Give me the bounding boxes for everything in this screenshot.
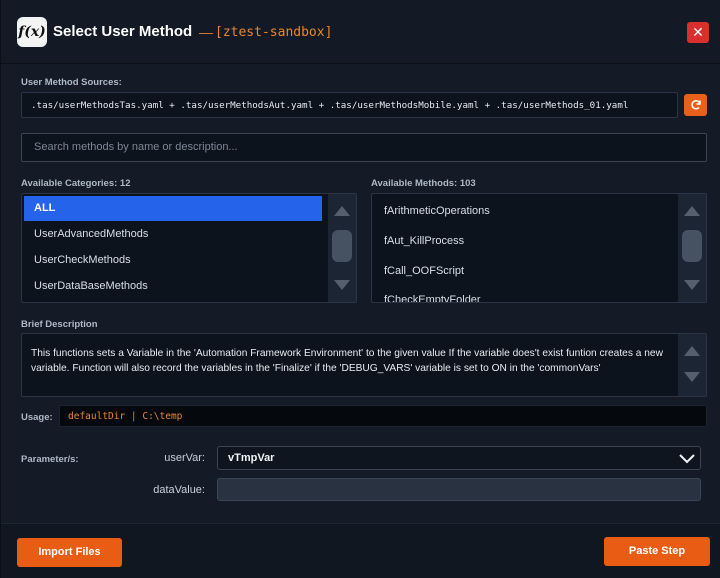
categories-label: Available Categories: 12 bbox=[21, 178, 131, 189]
usage-value: defaultDir | C:\temp bbox=[68, 411, 183, 422]
category-item[interactable]: UserDataBaseMethods bbox=[34, 280, 148, 292]
data-value-label: dataValue: bbox=[153, 484, 205, 496]
close-button[interactable]: ✕ bbox=[687, 22, 709, 43]
sources-value: .tas/userMethodsTas.yaml + .tas/userMeth… bbox=[31, 100, 629, 111]
refresh-icon bbox=[690, 100, 701, 110]
method-item[interactable]: fCheckEmptyFolder bbox=[384, 294, 481, 302]
paste-step-button[interactable]: Paste Step bbox=[604, 537, 710, 566]
scroll-thumb[interactable] bbox=[332, 230, 352, 262]
dialog-footer: Import Files Paste Step bbox=[1, 523, 720, 578]
user-var-select[interactable]: vTmpVar bbox=[217, 446, 701, 470]
scroll-up-icon[interactable] bbox=[334, 206, 350, 216]
search-placeholder: Search methods by name or description... bbox=[34, 141, 238, 153]
methods-label: Available Methods: 103 bbox=[371, 178, 476, 189]
import-files-button[interactable]: Import Files bbox=[17, 538, 122, 567]
sources-label: User Method Sources: bbox=[21, 77, 122, 88]
title-separator: — bbox=[199, 24, 213, 40]
select-user-method-dialog: f(x) Select User Method — [ztest-sandbox… bbox=[0, 0, 720, 578]
data-value-input[interactable] bbox=[217, 478, 701, 501]
user-var-label: userVar: bbox=[164, 452, 205, 464]
methods-list[interactable]: fArithmeticOperations fAut_KillProcess f… bbox=[371, 193, 707, 303]
scroll-up-icon[interactable] bbox=[684, 346, 700, 356]
scroll-down-icon[interactable] bbox=[334, 280, 350, 290]
methods-scrollbar[interactable] bbox=[678, 194, 706, 302]
usage-label: Usage: bbox=[21, 412, 53, 423]
chevron-down-icon[interactable] bbox=[678, 450, 696, 466]
environment-name: [ztest-sandbox] bbox=[215, 25, 333, 40]
dialog-title: Select User Method bbox=[53, 23, 193, 40]
description-scrollbar[interactable] bbox=[678, 334, 706, 396]
title-bar: f(x) Select User Method — [ztest-sandbox… bbox=[1, 0, 720, 64]
close-icon: ✕ bbox=[692, 24, 704, 40]
category-item-all[interactable]: ALL bbox=[24, 196, 322, 221]
category-item[interactable]: UserCheckMethods bbox=[34, 254, 131, 266]
refresh-button[interactable] bbox=[684, 94, 707, 116]
method-item[interactable]: fCall_OOFScript bbox=[384, 265, 464, 277]
function-icon: f(x) bbox=[17, 17, 47, 47]
category-item[interactable]: UserAdvancedMethods bbox=[34, 228, 148, 240]
scroll-thumb[interactable] bbox=[682, 230, 702, 262]
parameters-label: Parameter/s: bbox=[21, 454, 79, 465]
description-label: Brief Description bbox=[21, 319, 98, 330]
scroll-down-icon[interactable] bbox=[684, 372, 700, 382]
scroll-down-icon[interactable] bbox=[684, 280, 700, 290]
user-var-value: vTmpVar bbox=[228, 452, 275, 464]
method-item[interactable]: fArithmeticOperations bbox=[384, 205, 490, 217]
scroll-up-icon[interactable] bbox=[684, 206, 700, 216]
method-item[interactable]: fAut_KillProcess bbox=[384, 235, 464, 247]
description-text: This functions sets a Variable in the 'A… bbox=[31, 348, 663, 374]
usage-box: defaultDir | C:\temp bbox=[59, 405, 707, 427]
search-input[interactable]: Search methods by name or description... bbox=[21, 133, 707, 162]
categories-scrollbar[interactable] bbox=[328, 194, 356, 302]
